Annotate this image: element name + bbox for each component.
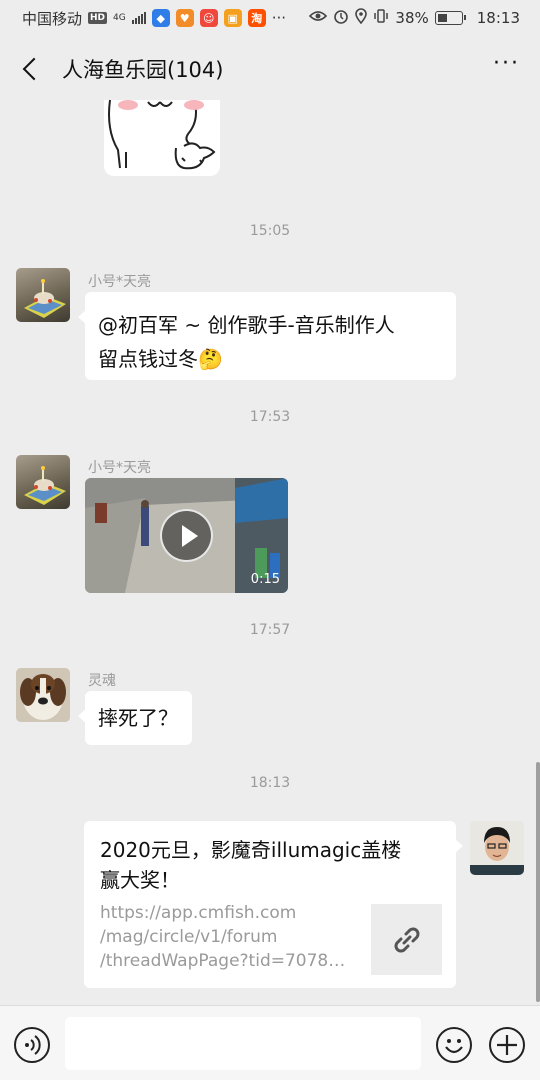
- link-url-line: https://app.cmfish.com: [100, 903, 297, 923]
- scrollbar[interactable]: [536, 762, 540, 1002]
- link-title-line: 2020元旦，影魔奇illumagic盖楼: [100, 838, 402, 862]
- hd-badge: HD: [88, 12, 108, 24]
- message-input[interactable]: [65, 1017, 421, 1070]
- timestamp: 17:57: [249, 622, 291, 638]
- gift-app-icon: ▣: [223, 9, 242, 27]
- eye-icon: [309, 9, 328, 27]
- more-options-button[interactable]: ···: [493, 53, 520, 79]
- sticker-image[interactable]: [104, 100, 220, 176]
- sender-avatar[interactable]: [16, 455, 70, 509]
- chat-header: 人海鱼乐园(104) ···: [0, 36, 540, 102]
- signal-icon: [131, 12, 146, 24]
- plus-icon[interactable]: [489, 1027, 525, 1063]
- back-arrow-icon[interactable]: [20, 57, 44, 81]
- link-url-line: /mag/circle/v1/forum: [100, 927, 278, 947]
- sticker-blush-left: [118, 100, 138, 110]
- message-bubble[interactable]: 摔死了？: [78, 691, 192, 745]
- network-type-label: 4G: [113, 12, 126, 23]
- cake-photo: [24, 466, 66, 505]
- alarm-icon: [333, 8, 349, 28]
- sender-name: 灵魂: [88, 673, 116, 689]
- status-bar: 中国移动 HD 4G ◆ ♥ ☺ ▣ 淘 ··· 38% 18:13: [0, 0, 540, 36]
- person-photo: [470, 821, 524, 875]
- battery-percent: 38%: [395, 9, 429, 27]
- video-message[interactable]: 0:15: [85, 478, 288, 593]
- link-title-line: 赢大奖！: [100, 868, 180, 892]
- message-text-line: @初百军 ~ 创作歌手-音乐制作人: [98, 313, 395, 337]
- sender-avatar[interactable]: [16, 668, 70, 722]
- timestamp: 15:05: [249, 223, 291, 239]
- clock: 18:13: [476, 9, 520, 27]
- timestamp: 18:13: [249, 775, 291, 791]
- sender-avatar[interactable]: [16, 268, 70, 322]
- sender-name: 小号*天亮: [88, 274, 151, 290]
- play-icon[interactable]: [160, 509, 213, 562]
- dog-photo: [16, 668, 70, 722]
- input-bar: [0, 1005, 540, 1080]
- carrier-label: 中国移动: [22, 9, 83, 28]
- link-card-message[interactable]: 2020元旦，影魔奇illumagic盖楼 赢大奖！ https://app.c…: [84, 821, 463, 988]
- chat-title: 人海鱼乐园(104): [62, 58, 224, 82]
- emoji-icon[interactable]: [436, 1027, 472, 1063]
- vibrate-icon: [373, 8, 389, 28]
- location-icon: [355, 8, 368, 28]
- taobao-app-icon: 淘: [247, 9, 266, 27]
- link-url-line: /threadWapPage?tid=70785…: [100, 951, 356, 971]
- link-url: https://app.cmfish.com /mag/circle/v1/fo…: [100, 901, 356, 973]
- voice-icon[interactable]: [14, 1027, 50, 1063]
- message-text: 摔死了？: [98, 706, 178, 730]
- timestamp: 17:53: [249, 409, 291, 425]
- sticker-drawing: [108, 100, 216, 170]
- sender-name: 小号*天亮: [88, 460, 151, 476]
- red-app-icon: ☺: [199, 9, 218, 27]
- message-text-line: 留点钱过冬🤔: [98, 347, 223, 371]
- cake-photo: [24, 279, 66, 318]
- orange-app-icon: ♥: [175, 9, 194, 27]
- blue-shield-app-icon: ◆: [151, 9, 170, 27]
- video-duration: 0:15: [250, 572, 280, 587]
- link-chain-icon: [371, 904, 442, 975]
- overflow-indicator: ···: [271, 9, 287, 27]
- my-avatar[interactable]: [470, 821, 524, 875]
- battery-icon: [434, 11, 466, 25]
- message-bubble[interactable]: @初百军 ~ 创作歌手-音乐制作人 留点钱过冬🤔: [78, 292, 456, 380]
- sticker-blush-right: [184, 100, 204, 110]
